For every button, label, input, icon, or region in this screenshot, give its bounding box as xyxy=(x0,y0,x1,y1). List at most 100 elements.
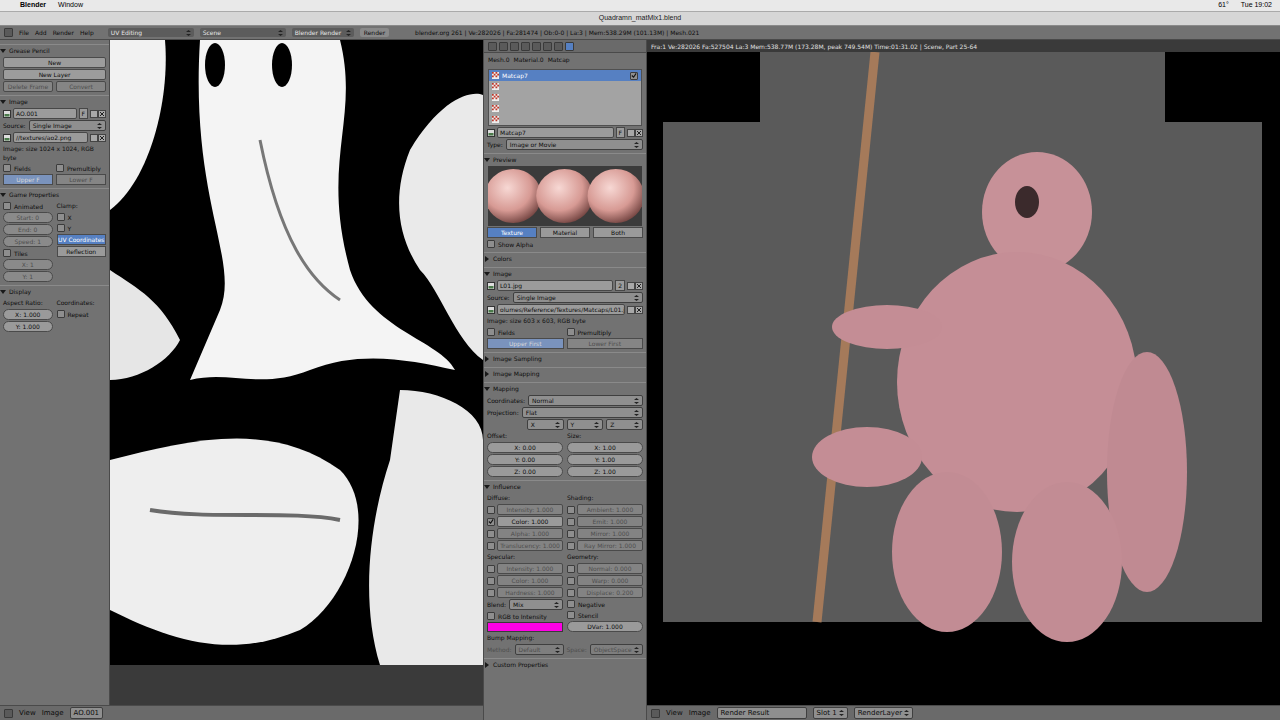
checkbox-row[interactable]: Negative xyxy=(567,599,643,609)
influence-slider[interactable]: Translucency:1.000 xyxy=(487,540,563,551)
checkbox-row[interactable]: Tiles xyxy=(3,248,53,258)
disclosure-triangle-icon[interactable] xyxy=(484,484,490,490)
texture-slot[interactable]: Matcap7 xyxy=(489,70,641,81)
footer-menu[interactable]: View xyxy=(19,708,36,719)
checkbox[interactable] xyxy=(567,577,575,585)
number-field[interactable]: Y:1.00 xyxy=(567,454,643,465)
number-field[interactable]: X:1.00 xyxy=(567,442,643,453)
checkbox[interactable] xyxy=(567,542,575,550)
checkbox[interactable] xyxy=(567,611,575,619)
footer-menu[interactable]: Image xyxy=(689,708,711,719)
disclosure-triangle-icon[interactable] xyxy=(0,99,6,105)
texture-tab-icon[interactable] xyxy=(565,42,574,51)
checkbox-row[interactable]: Y xyxy=(57,223,107,233)
browse-icon[interactable] xyxy=(90,110,106,118)
influence-slider[interactable]: Displace:0.200 xyxy=(567,587,643,598)
dropdown[interactable]: Mix xyxy=(509,599,563,610)
dropdown[interactable]: ObjectSpace xyxy=(590,644,643,655)
checkbox[interactable] xyxy=(487,542,495,550)
number-field[interactable]: Start:0 xyxy=(3,212,53,223)
number-field[interactable]: Y:0.00 xyxy=(487,454,563,465)
checkbox-row[interactable]: Repeat xyxy=(57,309,107,319)
world-tab-icon[interactable] xyxy=(510,42,519,51)
checkbox[interactable] xyxy=(56,164,64,172)
dropdown[interactable]: Default xyxy=(515,644,564,655)
checkbox-row[interactable]: RGB to Intensity xyxy=(487,611,563,621)
footer-menu[interactable]: View xyxy=(666,708,683,719)
disclosure-triangle-icon[interactable] xyxy=(0,48,6,54)
scene-select[interactable]: Scene xyxy=(200,28,286,37)
influence-slider[interactable]: Warp:0.000 xyxy=(567,575,643,586)
panel-section-header[interactable]: Image xyxy=(484,267,646,279)
color-swatch[interactable] xyxy=(487,622,563,632)
render-tab-icon[interactable] xyxy=(488,42,497,51)
layer-select[interactable]: RenderLayer xyxy=(854,707,913,720)
checkbox[interactable] xyxy=(487,577,495,585)
checkbox[interactable] xyxy=(487,565,495,573)
influence-slider[interactable]: Ambient:1.000 xyxy=(567,504,643,515)
influence-slider[interactable]: Intensity:1.000 xyxy=(487,504,563,515)
toggle-option[interactable]: Upper F xyxy=(3,174,53,185)
dropdown[interactable]: Single Image xyxy=(513,292,643,303)
dropdown[interactable]: Single Image xyxy=(29,120,106,131)
header-menu[interactable]: Help xyxy=(80,28,94,37)
panel-section-header[interactable]: Display xyxy=(0,285,109,297)
checkbox[interactable] xyxy=(567,600,575,608)
checkbox[interactable] xyxy=(3,249,11,257)
influence-slider[interactable]: Hardness:1.000 xyxy=(487,587,563,598)
checkbox[interactable] xyxy=(487,240,495,248)
checkbox[interactable] xyxy=(57,224,65,232)
checkbox[interactable] xyxy=(567,506,575,514)
browse-icon[interactable] xyxy=(90,134,106,142)
select-row[interactable]: Projection:Flat xyxy=(487,407,643,418)
number-field[interactable]: X:0.00 xyxy=(487,442,563,453)
checkbox[interactable] xyxy=(487,530,495,538)
checkbox[interactable] xyxy=(567,518,575,526)
header-menu[interactable]: Add xyxy=(35,28,47,37)
panel-section-header[interactable]: Influence xyxy=(484,480,646,492)
datablock-field[interactable]: olumes/Reference/Textures/Matcaps/L01.jp… xyxy=(484,304,646,315)
header-menu[interactable]: Render xyxy=(53,28,74,37)
datablock-field[interactable]: AO.001F xyxy=(0,108,109,119)
footer-menu[interactable]: Image xyxy=(42,708,64,719)
texture-slot[interactable] xyxy=(489,92,641,103)
checkbox[interactable] xyxy=(3,202,11,210)
toggle-option[interactable]: Both xyxy=(593,227,643,238)
checkbox[interactable] xyxy=(487,589,495,597)
disclosure-triangle-icon[interactable] xyxy=(484,356,490,362)
texture-slot[interactable] xyxy=(489,103,641,114)
render-button[interactable]: Render xyxy=(360,28,389,37)
checkbox[interactable] xyxy=(487,506,495,514)
influence-slider[interactable]: Alpha:1.000 xyxy=(487,528,563,539)
dropdown[interactable]: Flat xyxy=(522,407,643,418)
panel-section-header[interactable]: Image Sampling xyxy=(484,352,646,364)
scene-tab-icon[interactable] xyxy=(499,42,508,51)
select-row[interactable]: Z xyxy=(606,419,643,430)
panel-button[interactable]: Delete Frame xyxy=(3,81,53,92)
influence-slider[interactable]: Normal:0.000 xyxy=(567,563,643,574)
number-field[interactable]: DVar:1.000 xyxy=(567,621,643,632)
number-field[interactable]: End:0 xyxy=(3,224,53,235)
render-image-select[interactable]: Render Result xyxy=(717,707,807,720)
toggle-option[interactable]: UV Coordinates xyxy=(57,234,107,245)
panel-button[interactable]: New xyxy=(3,57,106,68)
checkbox-row[interactable]: X xyxy=(57,212,107,222)
datablock-field[interactable]: Matcap7F xyxy=(484,127,646,138)
menubar-item[interactable]: Blender xyxy=(20,0,46,11)
modifier-tab-icon[interactable] xyxy=(532,42,541,51)
toggle-option[interactable]: Material xyxy=(540,227,590,238)
object-tab-icon[interactable] xyxy=(521,42,530,51)
disclosure-triangle-icon[interactable] xyxy=(484,386,490,392)
disclosure-triangle-icon[interactable] xyxy=(484,662,490,668)
dropdown[interactable]: Z xyxy=(606,419,643,430)
toggle-option[interactable]: Reflection xyxy=(57,246,107,257)
select-row[interactable]: Method:Default xyxy=(487,644,564,655)
checkbox[interactable] xyxy=(3,164,11,172)
panel-section-header[interactable]: Custom Properties xyxy=(484,658,646,670)
disclosure-triangle-icon[interactable] xyxy=(0,289,6,295)
dropdown[interactable]: X xyxy=(527,419,564,430)
number-field[interactable]: Speed:1 xyxy=(3,236,53,247)
checkbox[interactable] xyxy=(567,589,575,597)
panel-section-header[interactable]: Image xyxy=(0,95,109,107)
number-field[interactable]: Z:1.00 xyxy=(567,466,643,477)
